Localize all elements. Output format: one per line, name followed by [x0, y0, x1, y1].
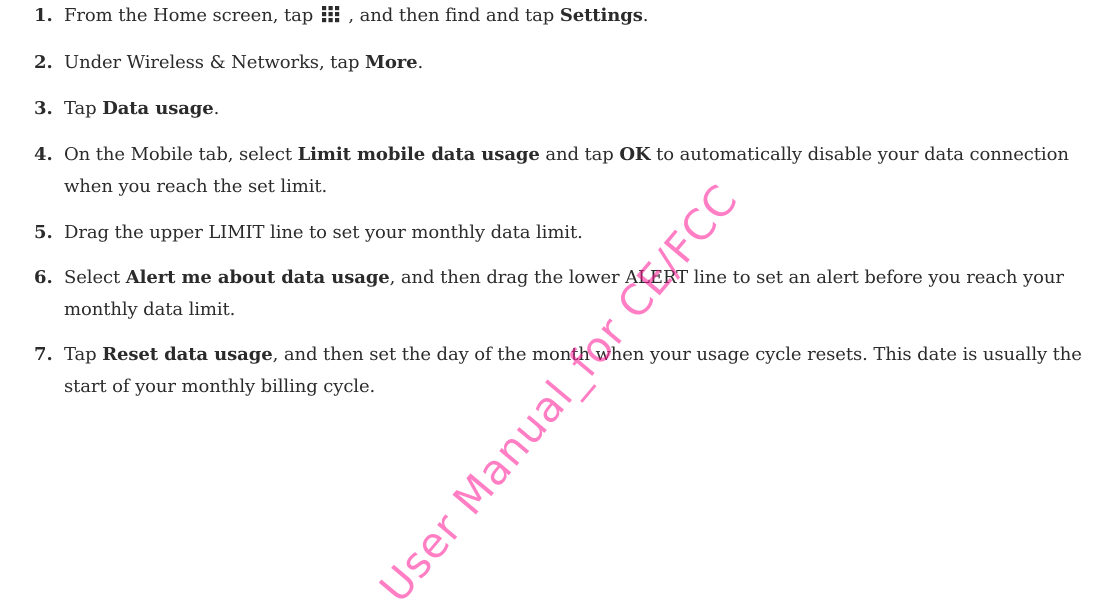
step-text: Drag the upper LIMIT line to set your mo… — [64, 217, 1092, 249]
step-text-run: . — [213, 98, 220, 119]
step-number: 3. — [34, 98, 53, 119]
step-text-run: , and then find and tap — [342, 5, 560, 26]
document-page: 1. From the Home screen, tap , and then … — [0, 0, 1110, 611]
step-text-run: Tap — [64, 344, 103, 365]
step-number: 4. — [34, 144, 53, 165]
step-text-run: Select — [64, 267, 126, 288]
step-text: Select Alert me about data usage, and th… — [64, 262, 1092, 326]
step-text: On the Mobile tab, select Limit mobile d… — [64, 139, 1092, 203]
bold-ui-term: OK — [619, 144, 651, 165]
step-text-run: On the Mobile tab, select — [64, 144, 298, 165]
bold-ui-term: Settings — [559, 5, 643, 26]
step-number: 7. — [34, 344, 53, 365]
step-text-run: From the Home screen, tap — [64, 5, 319, 26]
step-number: 1. — [34, 5, 53, 26]
step-text-run: . — [642, 5, 649, 26]
step-text: From the Home screen, tap , and then fin… — [64, 0, 1092, 32]
step-text-run: Drag the upper LIMIT line to set your mo… — [64, 222, 583, 243]
step-number: 2. — [34, 52, 53, 73]
bold-ui-term: Reset data usage — [102, 344, 273, 365]
bold-ui-term: Limit mobile data usage — [297, 144, 540, 165]
apps-grid-icon — [321, 6, 339, 23]
step-text-run: Under Wireless & Networks, tap — [64, 52, 365, 73]
step-number: 5. — [34, 222, 53, 243]
step-text-run: . — [417, 52, 424, 73]
step-text-run: Tap — [64, 98, 103, 119]
bold-ui-term: Data usage — [102, 98, 214, 119]
step-text: Tap Reset data usage, and then set the d… — [64, 339, 1092, 403]
step-text: Under Wireless & Networks, tap More. — [64, 47, 1092, 79]
step-text-run: and tap — [539, 144, 620, 165]
bold-ui-term: Alert me about data usage — [125, 267, 390, 288]
step-number: 6. — [34, 267, 53, 288]
bold-ui-term: More — [365, 52, 418, 73]
step-text: Tap Data usage. — [64, 93, 1092, 125]
